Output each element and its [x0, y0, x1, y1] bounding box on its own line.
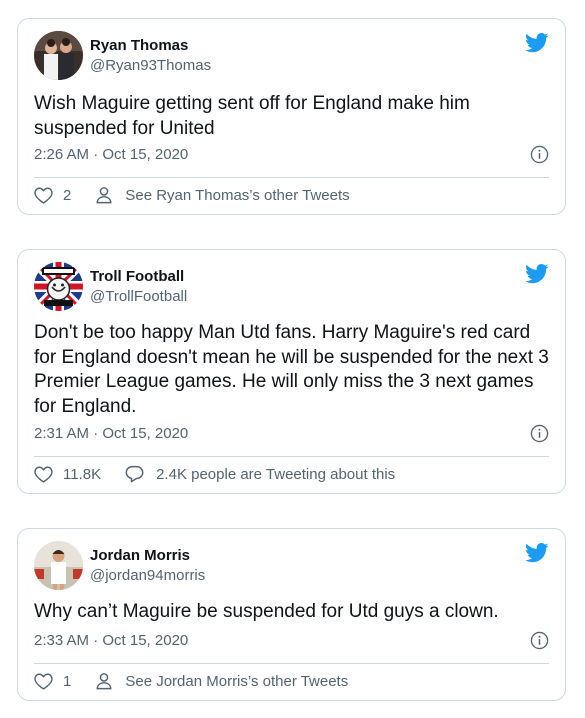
- display-name[interactable]: Jordan Morris: [90, 547, 190, 564]
- display-name[interactable]: Troll Football: [90, 268, 184, 285]
- tweet-card[interactable]: Troll Football @TrollFootball Don't be t…: [17, 249, 566, 494]
- twitter-bird-icon[interactable]: [525, 543, 549, 563]
- like-count: 11.8K: [63, 465, 102, 483]
- tweet-timestamp[interactable]: 2:26 AM · Oct 15, 2020: [34, 146, 188, 163]
- like-count: 1: [63, 672, 72, 690]
- tweet-text: Wish Maguire getting sent off for Englan…: [34, 93, 470, 139]
- other-tweets-label: See Ryan Thomas’s other Tweets: [125, 186, 350, 204]
- other-tweets-link[interactable]: See Ryan Thomas’s other Tweets: [95, 186, 350, 204]
- other-tweets-label: See Jordan Morris’s other Tweets: [125, 672, 349, 690]
- tweet-text: Don't be too happy Man Utd fans. Harry M…: [34, 322, 549, 417]
- user-handle[interactable]: @TrollFootball: [90, 288, 187, 305]
- tweet-card[interactable]: Jordan Morris @jordan94morris Why can’t …: [17, 528, 566, 701]
- twitter-bird-icon[interactable]: [525, 264, 549, 284]
- tweet-actions: 1 See Jordan Morris’s other Tweets: [34, 670, 549, 692]
- display-name[interactable]: Ryan Thomas: [90, 37, 188, 54]
- person-icon: [96, 673, 112, 690]
- tweet-text: Why can’t Maguire be suspended for Utd g…: [34, 601, 499, 622]
- tweet-timestamp[interactable]: 2:31 AM · Oct 15, 2020: [34, 425, 188, 442]
- like-button[interactable]: 2: [34, 186, 71, 204]
- conversation-link[interactable]: 2.4K people are Tweeting about this: [125, 465, 395, 483]
- like-count: 2: [63, 186, 72, 204]
- user-handle[interactable]: @Ryan93Thomas: [90, 57, 211, 74]
- twitter-bird-icon[interactable]: [525, 33, 549, 53]
- divider: [34, 456, 549, 457]
- avatar[interactable]: [34, 262, 83, 311]
- tweet-card[interactable]: Ryan Thomas @Ryan93Thomas Wish Maguire g…: [17, 18, 566, 215]
- person-icon: [96, 187, 112, 204]
- avatar[interactable]: [34, 541, 83, 590]
- heart-icon: [34, 466, 53, 483]
- info-icon[interactable]: [530, 631, 549, 650]
- divider: [34, 663, 549, 664]
- conversation-label: 2.4K people are Tweeting about this: [156, 465, 396, 483]
- like-button[interactable]: 11.8K: [34, 465, 101, 483]
- avatar[interactable]: [34, 31, 83, 80]
- other-tweets-link[interactable]: See Jordan Morris’s other Tweets: [95, 672, 348, 690]
- reply-bubble-icon: [125, 465, 144, 483]
- like-button[interactable]: 1: [34, 672, 71, 690]
- heart-icon: [34, 187, 53, 204]
- user-handle[interactable]: @jordan94morris: [90, 567, 205, 584]
- tweet-actions: 2 See Ryan Thomas’s other Tweets: [34, 184, 549, 206]
- divider: [34, 177, 549, 178]
- info-icon[interactable]: [530, 145, 549, 164]
- tweet-timestamp[interactable]: 2:33 AM · Oct 15, 2020: [34, 632, 188, 649]
- tweet-actions: 11.8K 2.4K people are Tweeting about thi…: [34, 463, 549, 485]
- heart-icon: [34, 673, 53, 690]
- info-icon[interactable]: [530, 424, 549, 443]
